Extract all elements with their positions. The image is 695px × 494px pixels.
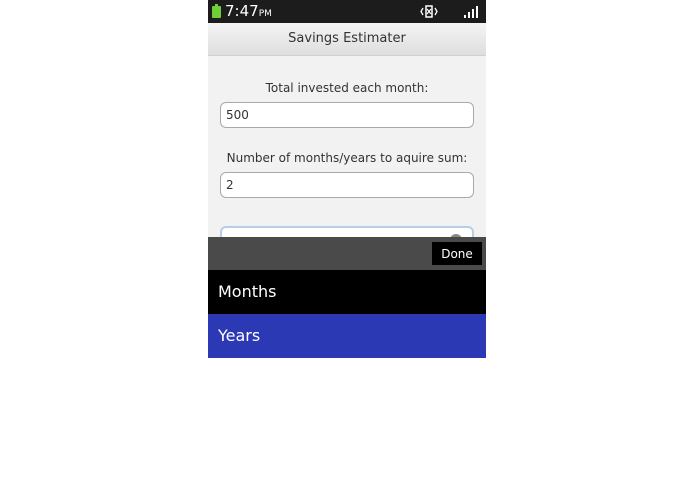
- picker-toolbar: Done: [208, 237, 486, 270]
- status-clock: 7:47PM: [225, 2, 272, 23]
- done-button[interactable]: Done: [432, 242, 482, 265]
- period-label: Number of months/years to aquire sum:: [226, 151, 468, 165]
- signal-icon: [464, 6, 478, 18]
- vibrate-icon: [420, 5, 438, 18]
- monthly-investment-input[interactable]: [220, 102, 474, 128]
- picker-option-years[interactable]: Years: [208, 314, 486, 358]
- status-bar: 7:47PM: [208, 0, 486, 23]
- phone-screen: 7:47PM Savings Estimater Total invested …: [208, 0, 486, 358]
- clock-ampm: PM: [258, 9, 272, 19]
- app-title: Savings Estimater: [208, 23, 486, 56]
- picker-option-months[interactable]: Months: [208, 270, 486, 314]
- period-input[interactable]: [220, 172, 474, 198]
- monthly-investment-label: Total invested each month:: [265, 81, 429, 95]
- battery-icon: [212, 4, 221, 18]
- clock-time: 7:47: [225, 2, 259, 20]
